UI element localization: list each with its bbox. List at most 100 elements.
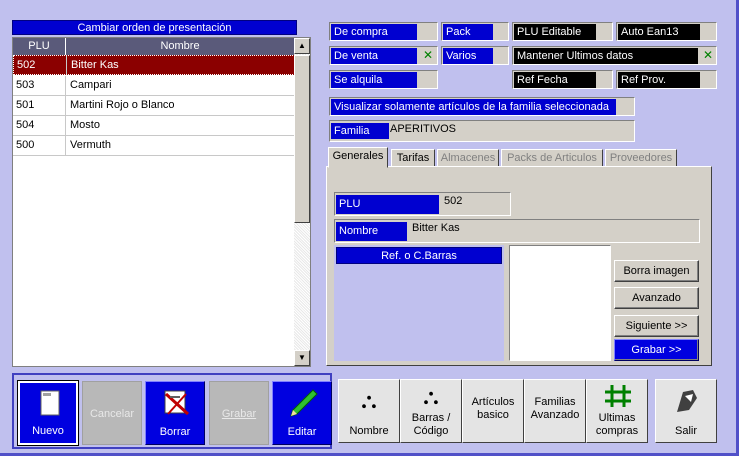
table-row[interactable]: 501 Martini Rojo o Blanco bbox=[13, 96, 295, 116]
row-nombre: Campari bbox=[70, 79, 112, 91]
buscar-barras-button[interactable]: ⛬ Barras / Código bbox=[400, 379, 462, 443]
tab-packs-de-articulos[interactable]: Packs de Articulos bbox=[501, 149, 603, 167]
column-header-plu[interactable]: PLU bbox=[13, 38, 66, 55]
barras-label: Barras / bbox=[411, 412, 451, 424]
flag-varios[interactable]: Varios bbox=[441, 46, 509, 65]
table-row[interactable]: 504 Mosto bbox=[13, 116, 295, 136]
avanzado-button[interactable]: Avanzado bbox=[614, 287, 699, 309]
scroll-up-icon[interactable]: ▲ bbox=[294, 38, 310, 54]
flag-label: PLU Editable bbox=[514, 24, 596, 40]
flag-auto-ean13[interactable]: Auto Ean13 bbox=[616, 22, 717, 41]
grabar-siguiente-button[interactable]: Grabar >> bbox=[614, 339, 699, 361]
familia-filter-label: Visualizar solamente artículos de la fam… bbox=[331, 99, 616, 115]
column-header-nombre[interactable]: Nombre bbox=[66, 38, 295, 55]
record-toolbar: Nuevo Cancelar Borrar Grabar Editar bbox=[12, 373, 332, 449]
editar-label: Editar bbox=[287, 426, 317, 438]
plu-field[interactable]: PLU 502 bbox=[334, 192, 511, 216]
new-document-icon bbox=[40, 390, 60, 416]
binoculars-icon: ⛬ bbox=[361, 388, 377, 413]
ultimas-label: Ultimas bbox=[598, 412, 636, 424]
nombre-label: Nombre bbox=[336, 222, 407, 241]
familia-filter-toggle[interactable]: Visualizar solamente artículos de la fam… bbox=[329, 97, 635, 116]
ref-barras-panel: Ref. o C.Barras bbox=[334, 245, 504, 361]
flag-label: Pack bbox=[443, 24, 493, 40]
row-plu: 500 bbox=[13, 136, 66, 155]
salir-button[interactable]: Salir bbox=[655, 379, 717, 443]
scroll-down-icon[interactable]: ▼ bbox=[294, 350, 310, 366]
table-row[interactable]: 500 Vermuth bbox=[13, 136, 295, 156]
tab-proveedores[interactable]: Proveedores bbox=[605, 149, 677, 167]
tab-generales[interactable]: Generales bbox=[328, 147, 388, 168]
ultimas-compras-button[interactable]: Ultimas compras bbox=[586, 379, 648, 443]
flag-label: Auto Ean13 bbox=[618, 24, 700, 40]
compras-label: compras bbox=[595, 425, 639, 437]
flag-ref-prov[interactable]: Ref Prov. bbox=[616, 70, 717, 89]
familias-avanzado-button[interactable]: Familias Avanzado bbox=[524, 379, 586, 443]
flag-de-venta[interactable]: De venta ✕ bbox=[329, 46, 438, 65]
avanzado-label: Avanzado bbox=[530, 409, 580, 421]
row-plu: 504 bbox=[13, 116, 66, 135]
buscar-nombre-button[interactable]: ⛬ Nombre bbox=[338, 379, 400, 443]
siguiente-button[interactable]: Siguiente >> bbox=[614, 315, 699, 337]
exit-icon bbox=[677, 390, 697, 412]
flag-label: Varios bbox=[443, 48, 493, 64]
table-row[interactable]: 502 Bitter Kas bbox=[13, 55, 295, 75]
borrar-button[interactable]: Borrar bbox=[145, 381, 205, 445]
check-icon: ✕ bbox=[702, 48, 714, 62]
tab-tarifas[interactable]: Tarifas bbox=[391, 149, 435, 167]
delete-icon bbox=[164, 390, 190, 416]
borra-imagen-button[interactable]: Borra imagen bbox=[614, 260, 699, 282]
grabar-button[interactable]: Grabar bbox=[209, 381, 269, 445]
flag-mantener-ultimos-datos[interactable]: Mantener Ultimos datos ✕ bbox=[512, 46, 717, 65]
row-nombre: Martini Rojo o Blanco bbox=[70, 99, 175, 111]
flag-label: De compra bbox=[331, 24, 417, 40]
cancelar-label: Cancelar bbox=[89, 408, 135, 420]
articulos-basico-button[interactable]: Artículos basico bbox=[462, 379, 524, 443]
codigo-label: Código bbox=[413, 425, 449, 437]
row-plu: 501 bbox=[13, 96, 66, 115]
row-nombre: Vermuth bbox=[70, 139, 111, 151]
grabar-label: Grabar bbox=[221, 408, 257, 420]
tab-almacenes[interactable]: Almacenes bbox=[437, 149, 499, 167]
flag-plu-editable[interactable]: PLU Editable bbox=[512, 22, 613, 41]
row-nombre: Mosto bbox=[70, 119, 100, 131]
editar-button[interactable]: Editar bbox=[272, 381, 332, 445]
check-icon: ✕ bbox=[422, 48, 434, 62]
flag-se-alquila[interactable]: Se alquila bbox=[329, 70, 438, 89]
flag-ref-fecha[interactable]: Ref Fecha bbox=[512, 70, 613, 89]
vertical-scrollbar[interactable]: ▲ ▼ bbox=[294, 38, 310, 366]
reorder-title-button[interactable]: Cambiar orden de presentación bbox=[12, 20, 297, 35]
row-plu: 502 bbox=[14, 56, 67, 74]
flag-label: De venta bbox=[331, 48, 417, 64]
flag-de-compra[interactable]: De compra bbox=[329, 22, 438, 41]
nombre-field[interactable]: Nombre Bitter Kas bbox=[334, 219, 700, 243]
cancelar-button[interactable]: Cancelar bbox=[82, 381, 142, 445]
basico-label: basico bbox=[477, 409, 509, 421]
row-plu: 503 bbox=[13, 76, 66, 95]
nuevo-button[interactable]: Nuevo bbox=[17, 380, 79, 446]
list-header: PLU Nombre bbox=[13, 38, 295, 55]
flag-label: Se alquila bbox=[331, 72, 417, 88]
nombre-label: Nombre bbox=[349, 425, 389, 437]
borrar-label: Borrar bbox=[159, 426, 191, 438]
plu-label: PLU bbox=[336, 195, 439, 214]
familia-field[interactable]: Familia APERITIVOS bbox=[329, 120, 635, 142]
nombre-value: Bitter Kas bbox=[412, 222, 460, 234]
salir-label: Salir bbox=[674, 425, 697, 437]
scroll-thumb[interactable] bbox=[294, 55, 310, 223]
grid-icon bbox=[605, 385, 631, 407]
plu-value: 502 bbox=[444, 195, 463, 207]
familia-value: APERITIVOS bbox=[390, 123, 457, 135]
tab-panel-generales: PLU 502 Nombre Bitter Kas Ref. o C.Barra… bbox=[326, 166, 712, 366]
ref-barras-button[interactable]: Ref. o C.Barras bbox=[336, 247, 502, 264]
article-list: PLU Nombre 502 Bitter Kas 503 Campari 50… bbox=[12, 37, 311, 367]
flag-label: Ref Fecha bbox=[514, 72, 596, 88]
flag-label: Ref Prov. bbox=[618, 72, 700, 88]
flag-pack[interactable]: Pack bbox=[441, 22, 509, 41]
familias-label: Familias bbox=[534, 396, 576, 408]
table-row[interactable]: 503 Campari bbox=[13, 76, 295, 96]
check-icon bbox=[618, 99, 634, 115]
image-box[interactable] bbox=[509, 245, 611, 361]
familia-label: Familia bbox=[331, 123, 389, 139]
row-nombre: Bitter Kas bbox=[71, 59, 119, 71]
